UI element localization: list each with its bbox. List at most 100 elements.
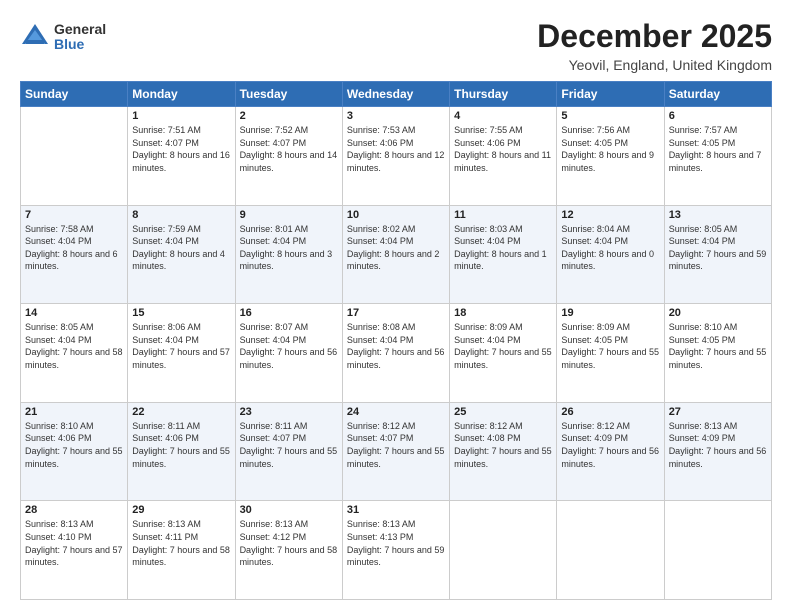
day-cell: 29 Sunrise: 8:13 AMSunset: 4:11 PMDayligh… — [128, 501, 235, 600]
day-cell: 18Sunrise: 8:09 AMSunset: 4:04 PMDayligh… — [450, 304, 557, 403]
day-number: 17 — [347, 307, 445, 319]
col-header-wednesday: Wednesday — [342, 82, 449, 107]
week-row-1: 1Sunrise: 7:51 AMSunset: 4:07 PMDaylight… — [21, 107, 772, 206]
week-row-5: 28Sunrise: 8:13 AMSunset: 4:10 PMDayligh… — [21, 501, 772, 600]
day-info: Sunrise: 7:56 AMSunset: 4:05 PMDaylight:… — [561, 124, 659, 174]
day-number: 13 — [669, 209, 767, 221]
day-number: 25 — [454, 406, 552, 418]
day-cell: 22Sunrise: 8:11 AMSunset: 4:06 PMDayligh… — [128, 402, 235, 501]
day-info: Sunrise: 8:10 AMSunset: 4:06 PMDaylight:… — [25, 420, 123, 470]
day-cell — [557, 501, 664, 600]
day-info: Sunrise: 8:13 AMSunset: 4:09 PMDaylight:… — [669, 420, 767, 470]
day-cell — [664, 501, 771, 600]
day-cell — [21, 107, 128, 206]
day-info: Sunrise: 8:05 AMSunset: 4:04 PMDaylight:… — [25, 321, 123, 371]
day-info: Sunrise: 7:52 AMSunset: 4:07 PMDaylight:… — [240, 124, 338, 174]
day-number: 21 — [25, 406, 123, 418]
day-number: 31 — [347, 504, 445, 516]
page: General Blue December 2025 Yeovil, Engla… — [0, 0, 792, 612]
day-cell: 24 Sunrise: 8:12 AMSunset: 4:07 PMDayligh… — [342, 402, 449, 501]
week-row-2: 7Sunrise: 7:58 AMSunset: 4:04 PMDaylight… — [21, 205, 772, 304]
col-header-sunday: Sunday — [21, 82, 128, 107]
day-number: 23 — [240, 406, 338, 418]
calendar-table: SundayMondayTuesdayWednesdayThursdayFrid… — [20, 81, 772, 600]
day-number: 30 — [240, 504, 338, 516]
day-cell: 21 Sunrise: 8:10 AMSunset: 4:06 PMDayligh… — [21, 402, 128, 501]
logo-icon — [20, 22, 50, 52]
day-cell: 3 Sunrise: 7:53 AMSunset: 4:06 PMDaylight… — [342, 107, 449, 206]
day-number: 8 — [132, 209, 230, 221]
day-info: Sunrise: 8:09 AMSunset: 4:05 PMDaylight:… — [561, 321, 659, 371]
day-cell: 2 Sunrise: 7:52 AMSunset: 4:07 PMDaylight… — [235, 107, 342, 206]
header: General Blue December 2025 Yeovil, Engla… — [20, 18, 772, 73]
day-info: Sunrise: 8:13 AMSunset: 4:12 PMDaylight:… — [240, 518, 338, 568]
day-number: 4 — [454, 110, 552, 122]
day-info: Sunrise: 8:08 AMSunset: 4:04 PMDaylight:… — [347, 321, 445, 371]
subtitle: Yeovil, England, United Kingdom — [537, 57, 772, 73]
day-cell: 26Sunrise: 8:12 AMSunset: 4:09 PMDayligh… — [557, 402, 664, 501]
day-number: 26 — [561, 406, 659, 418]
day-cell: 15 Sunrise: 8:06 AMSunset: 4:04 PMDayligh… — [128, 304, 235, 403]
day-info: Sunrise: 8:06 AMSunset: 4:04 PMDaylight:… — [132, 321, 230, 371]
day-number: 27 — [669, 406, 767, 418]
day-number: 2 — [240, 110, 338, 122]
day-number: 29 — [132, 504, 230, 516]
day-cell: 10 Sunrise: 8:02 AMSunset: 4:04 PMDayligh… — [342, 205, 449, 304]
day-info: Sunrise: 8:12 AMSunset: 4:07 PMDaylight:… — [347, 420, 445, 470]
col-header-tuesday: Tuesday — [235, 82, 342, 107]
col-header-thursday: Thursday — [450, 82, 557, 107]
day-cell: 4 Sunrise: 7:55 AMSunset: 4:06 PMDaylight… — [450, 107, 557, 206]
day-number: 9 — [240, 209, 338, 221]
day-info: Sunrise: 8:04 AMSunset: 4:04 PMDaylight:… — [561, 223, 659, 273]
day-cell: 8Sunrise: 7:59 AMSunset: 4:04 PMDaylight… — [128, 205, 235, 304]
day-number: 7 — [25, 209, 123, 221]
day-number: 19 — [561, 307, 659, 319]
day-cell: 27 Sunrise: 8:13 AMSunset: 4:09 PMDayligh… — [664, 402, 771, 501]
day-number: 5 — [561, 110, 659, 122]
day-cell: 9 Sunrise: 8:01 AMSunset: 4:04 PMDaylight… — [235, 205, 342, 304]
day-info: Sunrise: 8:05 AMSunset: 4:04 PMDaylight:… — [669, 223, 767, 273]
day-cell — [450, 501, 557, 600]
day-info: Sunrise: 8:01 AMSunset: 4:04 PMDaylight:… — [240, 223, 338, 273]
day-cell: 16 Sunrise: 8:07 AMSunset: 4:04 PMDayligh… — [235, 304, 342, 403]
day-number: 11 — [454, 209, 552, 221]
logo-text: General Blue — [54, 22, 106, 53]
day-info: Sunrise: 7:55 AMSunset: 4:06 PMDaylight:… — [454, 124, 552, 174]
day-number: 16 — [240, 307, 338, 319]
day-cell: 5 Sunrise: 7:56 AMSunset: 4:05 PMDaylight… — [557, 107, 664, 206]
day-number: 3 — [347, 110, 445, 122]
logo-general-text: General — [54, 22, 106, 37]
main-title: December 2025 — [537, 18, 772, 55]
day-number: 20 — [669, 307, 767, 319]
day-info: Sunrise: 8:13 AMSunset: 4:11 PMDaylight:… — [132, 518, 230, 568]
title-block: December 2025 Yeovil, England, United Ki… — [537, 18, 772, 73]
day-info: Sunrise: 7:57 AMSunset: 4:05 PMDaylight:… — [669, 124, 767, 174]
day-cell: 11Sunrise: 8:03 AMSunset: 4:04 PMDayligh… — [450, 205, 557, 304]
day-number: 22 — [132, 406, 230, 418]
day-cell: 28Sunrise: 8:13 AMSunset: 4:10 PMDayligh… — [21, 501, 128, 600]
day-number: 1 — [132, 110, 230, 122]
day-cell: 6Sunrise: 7:57 AMSunset: 4:05 PMDaylight… — [664, 107, 771, 206]
day-info: Sunrise: 8:11 AMSunset: 4:07 PMDaylight:… — [240, 420, 338, 470]
day-info: Sunrise: 8:07 AMSunset: 4:04 PMDaylight:… — [240, 321, 338, 371]
day-cell: 13 Sunrise: 8:05 AMSunset: 4:04 PMDayligh… — [664, 205, 771, 304]
week-row-4: 21 Sunrise: 8:10 AMSunset: 4:06 PMDayligh… — [21, 402, 772, 501]
day-info: Sunrise: 7:53 AMSunset: 4:06 PMDaylight:… — [347, 124, 445, 174]
day-cell: 1Sunrise: 7:51 AMSunset: 4:07 PMDaylight… — [128, 107, 235, 206]
day-number: 15 — [132, 307, 230, 319]
logo-blue-text: Blue — [54, 37, 106, 52]
day-number: 10 — [347, 209, 445, 221]
day-cell: 7Sunrise: 7:58 AMSunset: 4:04 PMDaylight… — [21, 205, 128, 304]
day-info: Sunrise: 8:02 AMSunset: 4:04 PMDaylight:… — [347, 223, 445, 273]
day-cell: 31Sunrise: 8:13 AMSunset: 4:13 PMDayligh… — [342, 501, 449, 600]
day-info: Sunrise: 8:10 AMSunset: 4:05 PMDaylight:… — [669, 321, 767, 371]
day-cell: 25 Sunrise: 8:12 AMSunset: 4:08 PMDayligh… — [450, 402, 557, 501]
day-number: 12 — [561, 209, 659, 221]
day-cell: 12 Sunrise: 8:04 AMSunset: 4:04 PMDayligh… — [557, 205, 664, 304]
day-number: 24 — [347, 406, 445, 418]
day-cell: 30 Sunrise: 8:13 AMSunset: 4:12 PMDayligh… — [235, 501, 342, 600]
col-header-friday: Friday — [557, 82, 664, 107]
week-row-3: 14Sunrise: 8:05 AMSunset: 4:04 PMDayligh… — [21, 304, 772, 403]
col-header-monday: Monday — [128, 82, 235, 107]
day-info: Sunrise: 8:12 AMSunset: 4:08 PMDaylight:… — [454, 420, 552, 470]
